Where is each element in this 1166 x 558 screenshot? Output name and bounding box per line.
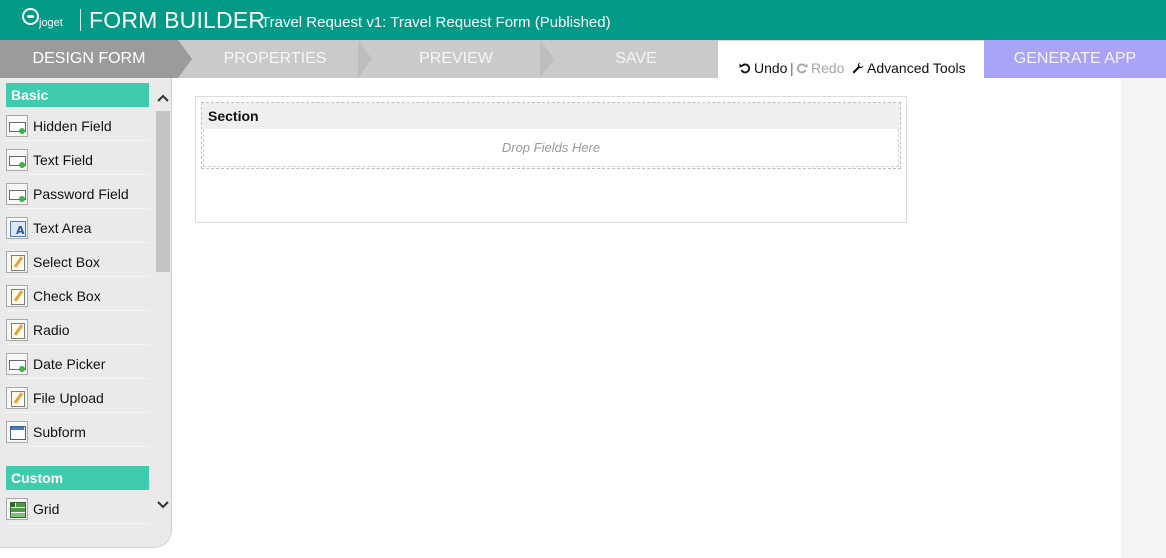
generate-app-button[interactable]: GENERATE APP [984,40,1166,78]
subform-icon [6,420,28,443]
logo-text: joget [39,17,63,29]
palette-item-label: Radio [33,321,70,338]
palette-item-subform[interactable]: Subform [6,417,149,447]
redo-label: Redo [811,60,845,76]
step-properties[interactable]: PROPERTIES [192,40,358,78]
step-chevron [178,40,192,78]
palette-item-label: Grid [33,500,60,517]
undo-button[interactable]: Undo [739,60,787,76]
app-title: FORM BUILDER [89,7,266,33]
date-picker-icon [6,352,28,375]
form-section[interactable]: Section Drop Fields Here [201,102,901,169]
palette-scroll-down-button[interactable] [156,498,170,512]
palette-scroll-up-button[interactable] [156,91,170,105]
joget-logo-icon [22,8,39,25]
select-box-icon [6,250,28,273]
advanced-tools-label: Advanced Tools [867,60,966,76]
palette-item-label: File Upload [33,389,104,406]
category-custom: Custom [6,466,149,490]
palette-scrollbar-thumb[interactable] [156,111,170,272]
palette-item-text-area[interactable]: Text Area [6,213,149,243]
step-design-form[interactable]: DESIGN FORM [0,40,178,78]
form-subtitle: Travel Request v1: Travel Request Form (… [261,14,611,31]
step-chevron [358,40,372,78]
canvas-right-gutter [1121,78,1166,558]
toolbar-separator: | [790,60,794,76]
palette-item-select-box[interactable]: Select Box [6,247,149,277]
palette-item-check-box[interactable]: Check Box [6,281,149,311]
palette-item-file-upload[interactable]: File Upload [6,383,149,413]
section-title: Section [202,103,900,129]
undo-label: Undo [754,60,788,76]
palette-item-label: Check Box [33,287,101,304]
header-divider [80,9,81,31]
palette-item-date-picker[interactable]: Date Picker [6,349,149,379]
palette-item-radio[interactable]: Radio [6,315,149,345]
wrench-icon [852,62,864,74]
file-upload-icon [6,386,28,409]
check-box-icon [6,284,28,307]
undo-icon [739,63,751,74]
step-save[interactable]: SAVE [554,40,718,78]
category-basic: Basic [6,83,149,107]
palette-item-label: Text Field [33,151,93,168]
drop-zone[interactable]: Drop Fields Here [203,129,899,167]
palette-item-hidden-field[interactable]: Hidden Field [6,111,149,141]
text-field-icon [6,148,28,171]
chevron-down-icon [157,501,169,509]
palette-item-label: Text Area [33,219,92,236]
palette-item-grid[interactable]: Grid [6,494,149,524]
palette-item-text-field[interactable]: Text Field [6,145,149,175]
palette-item-label: Hidden Field [33,117,112,134]
chevron-up-icon [157,94,169,102]
joget-logo[interactable]: joget [22,8,74,30]
advanced-tools-button[interactable]: Advanced Tools [852,60,966,76]
redo-icon [796,63,808,74]
app-header: joget FORM BUILDER Travel Request v1: Tr… [0,0,1166,40]
step-navigation: DESIGN FORM PROPERTIES PREVIEW SAVE [0,40,718,78]
password-field-icon [6,182,28,205]
palette-item-label: Subform [33,423,86,440]
step-chevron [540,40,554,78]
palette-item-label: Date Picker [33,355,106,372]
step-preview[interactable]: PREVIEW [372,40,540,78]
palette-item-label: Password Field [33,185,129,202]
hidden-field-icon [6,114,28,137]
text-area-icon [6,216,28,239]
grid-icon [6,497,28,520]
palette-item-label: Select Box [33,253,100,270]
field-palette: Basic Hidden Field Text Field Password F… [0,78,172,548]
redo-button[interactable]: Redo [796,60,844,76]
radio-icon [6,318,28,341]
builder-toolbar: Undo | Redo Advanced Tools [718,40,984,78]
palette-item-password-field[interactable]: Password Field [6,179,149,209]
